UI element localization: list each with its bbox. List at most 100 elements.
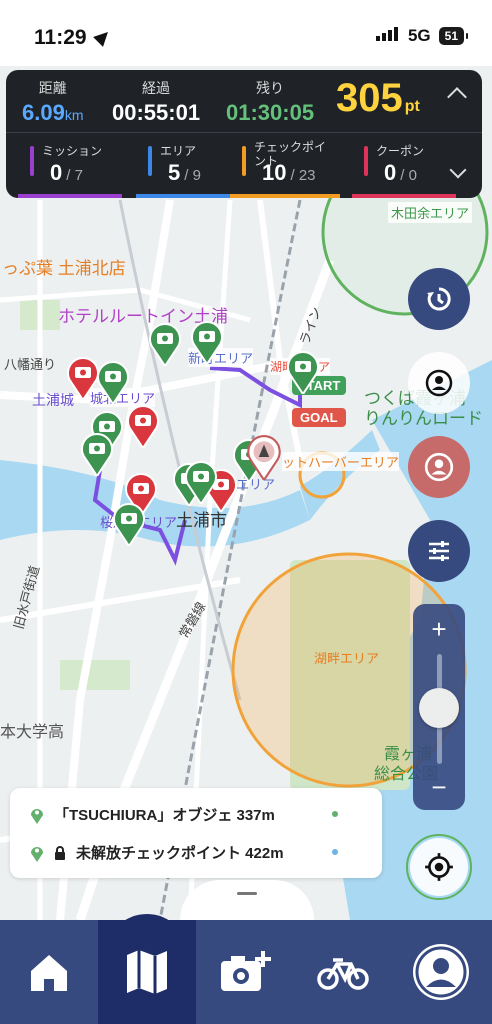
checkpoint-underline: [230, 194, 340, 198]
mission-value: 0/ 7: [50, 160, 83, 186]
elapsed-value: 00:55:01: [112, 100, 201, 125]
area-bar: [148, 146, 152, 176]
status-dot: [332, 849, 338, 855]
goal-marker[interactable]: GOAL: [292, 408, 346, 427]
camera-add-icon: [221, 951, 271, 991]
chevron-up-icon[interactable]: [447, 87, 467, 107]
status-dot: [332, 811, 338, 817]
distance-value: 6.09km: [22, 100, 84, 126]
checkpoint-pin[interactable]: [126, 404, 160, 448]
checkpoint-pin[interactable]: [66, 356, 100, 400]
area-total: / 9: [184, 167, 201, 184]
map-icon: [127, 950, 167, 994]
home-icon: [31, 955, 67, 991]
mission-label: ミッション: [42, 144, 103, 158]
filter-button[interactable]: [408, 520, 470, 582]
tab-account[interactable]: [392, 920, 490, 1024]
points-display: 305 pt: [336, 76, 420, 121]
coupon-total: / 0: [400, 167, 417, 184]
mission-underline: [18, 194, 122, 198]
gps-target-icon: [425, 853, 453, 881]
tab-camera[interactable]: [196, 920, 294, 1024]
zoom-in-button[interactable]: +: [413, 614, 465, 645]
pin-icon: [31, 808, 43, 824]
checkpoint-pin[interactable]: [184, 460, 218, 504]
history-button[interactable]: [408, 268, 470, 330]
distance-stat: 距離 6.09km: [22, 78, 84, 126]
checkpoint-total: / 23: [290, 167, 316, 184]
info-text-object: 「TSUCHIURA」オブジェ 337m: [54, 807, 275, 824]
user-location-icon: [425, 369, 453, 397]
divider: [6, 132, 482, 133]
checkpoint-count: 10: [262, 160, 287, 185]
clock: 11:29: [34, 26, 114, 50]
pin-icon: [31, 846, 43, 862]
tab-home[interactable]: [0, 920, 98, 1024]
distance-unit: km: [64, 107, 84, 123]
distance-number: 6.09: [22, 100, 65, 125]
current-location-marker: [247, 435, 281, 480]
tab-cycling[interactable]: [294, 920, 392, 1024]
battery-indicator: 51: [438, 27, 469, 45]
filter-icon: [429, 541, 449, 561]
zoom-slider-handle[interactable]: [419, 688, 459, 728]
bottom-tab-bar: [0, 914, 492, 1024]
nearby-info-card[interactable]: 「TSUCHIURA」オブジェ 337m 未解放チェックポイント 422m: [10, 788, 382, 878]
checkpoint-stat[interactable]: チェックポイ ント 10/ 23: [230, 138, 352, 198]
points-unit: pt: [404, 98, 420, 115]
coupon-count: 0: [384, 160, 397, 185]
distance-label: 距離: [38, 80, 67, 96]
checkpoint-pin[interactable]: [112, 502, 146, 546]
info-row-locked[interactable]: 未解放チェックポイント 422m: [30, 842, 338, 863]
profile-button[interactable]: [408, 436, 470, 498]
history-icon: [427, 287, 451, 311]
coupon-value: 0/ 0: [384, 160, 417, 186]
mission-total: / 7: [66, 167, 83, 184]
mission-count: 0: [50, 160, 63, 185]
coupon-stat[interactable]: クーポン 0/ 0: [352, 138, 464, 198]
coupon-label: クーポン: [376, 144, 425, 158]
checkpoint-pin[interactable]: [286, 350, 320, 394]
user-location-button[interactable]: [408, 352, 470, 414]
checkpoint-bar: [242, 146, 246, 176]
info-row-object[interactable]: 「TSUCHIURA」オブジェ 337m: [30, 804, 338, 825]
network-type: 5G: [407, 26, 431, 45]
area-label: エリア: [160, 144, 197, 158]
area-value: 5/ 9: [168, 160, 201, 186]
tab-map[interactable]: [98, 914, 196, 1024]
checkpoint-pin[interactable]: [148, 322, 182, 366]
coupon-bar: [364, 146, 368, 176]
area-count: 5: [168, 160, 181, 185]
checkpoint-pin[interactable]: [80, 432, 114, 476]
zoom-control: + −: [413, 604, 465, 810]
profile-icon: [424, 452, 454, 482]
bicycle-icon: [317, 958, 369, 990]
label-harbor-area: ットハーバーエリア: [282, 452, 399, 471]
mission-bar: [30, 146, 34, 176]
elapsed-stat: 経過 00:55:01: [112, 78, 200, 126]
elapsed-label: 経過: [142, 80, 171, 96]
signal-icon: [375, 26, 400, 46]
info-text-locked: 未解放チェックポイント 422m: [76, 845, 284, 862]
area-stat[interactable]: エリア 5/ 9: [136, 138, 248, 198]
checkpoint-value: 10/ 23: [262, 160, 316, 186]
area-underline: [136, 194, 240, 198]
checkpoint-pin[interactable]: [190, 320, 224, 364]
remaining-label: 残り: [256, 80, 285, 96]
gps-button[interactable]: [410, 838, 468, 896]
label-kohan-area-2: 湖畔エリア: [314, 651, 380, 666]
status-bar: 11:29 5G 51: [0, 0, 492, 66]
zoom-out-button[interactable]: −: [413, 772, 465, 803]
mission-stat[interactable]: ミッション 0/ 7: [18, 138, 130, 198]
remaining-stat: 残り 01:30:05: [226, 78, 314, 126]
label-happa: っぷ葉 土浦北店: [2, 259, 126, 278]
checkpoint-pin[interactable]: [96, 360, 130, 404]
label-school: 本大学高: [0, 724, 65, 741]
navigation-arrow-icon: [93, 27, 114, 47]
clock-text: 11:29: [34, 26, 87, 49]
lock-icon: [55, 845, 65, 860]
coupon-underline: [352, 194, 456, 198]
remaining-value: 01:30:05: [226, 100, 315, 125]
label-hachiman: 八幡通り: [4, 357, 57, 372]
account-icon: [413, 944, 469, 1000]
